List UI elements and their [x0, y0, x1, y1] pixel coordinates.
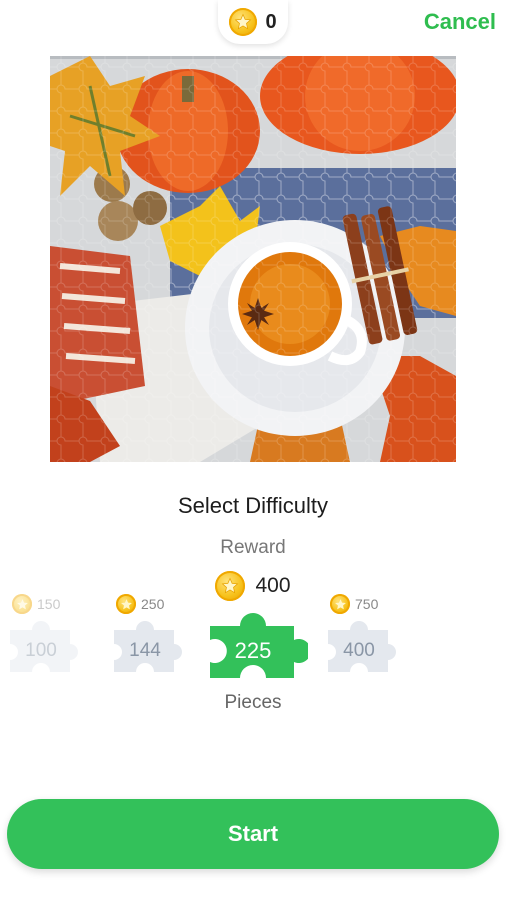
pieces-label: Pieces — [224, 692, 282, 713]
option-reward-value: 150 — [37, 596, 61, 612]
start-button[interactable]: Start — [7, 799, 499, 869]
option-reward-value: 250 — [141, 596, 165, 612]
difficulty-option-400[interactable]: 750 400 — [318, 592, 402, 687]
difficulty-option-100[interactable]: 150 100 — [0, 592, 90, 687]
puzzle-piece-icon: 144 — [106, 620, 184, 682]
difficulty-option-225[interactable]: 225 — [198, 612, 308, 692]
reward-value: 400 — [255, 574, 291, 597]
option-reward: 750 — [330, 594, 378, 614]
option-reward: 250 — [116, 594, 164, 614]
coin-icon — [215, 571, 246, 601]
coin-icon — [330, 594, 350, 614]
puzzle-piece-icon: 100 — [2, 620, 80, 682]
cancel-button[interactable]: Cancel — [424, 9, 496, 35]
puzzle-preview-image — [50, 56, 456, 462]
coin-icon — [229, 8, 258, 36]
option-pieces: 400 — [343, 640, 375, 661]
option-reward-value: 750 — [355, 596, 379, 612]
coin-icon — [12, 594, 32, 614]
select-difficulty-title: Select Difficulty — [178, 493, 328, 518]
coin-count: 0 — [265, 10, 277, 33]
puzzle-piece-icon: 400 — [320, 620, 398, 682]
coin-icon — [116, 594, 136, 614]
reward-label: Reward — [220, 537, 286, 558]
difficulty-option-144[interactable]: 250 144 — [104, 592, 188, 687]
puzzle-piece-icon: 225 — [198, 612, 308, 690]
option-reward: 150 — [12, 594, 60, 614]
option-pieces: 225 — [234, 638, 272, 663]
coin-balance: 0 — [218, 0, 288, 44]
option-pieces: 100 — [25, 640, 57, 661]
option-pieces: 144 — [129, 640, 161, 661]
